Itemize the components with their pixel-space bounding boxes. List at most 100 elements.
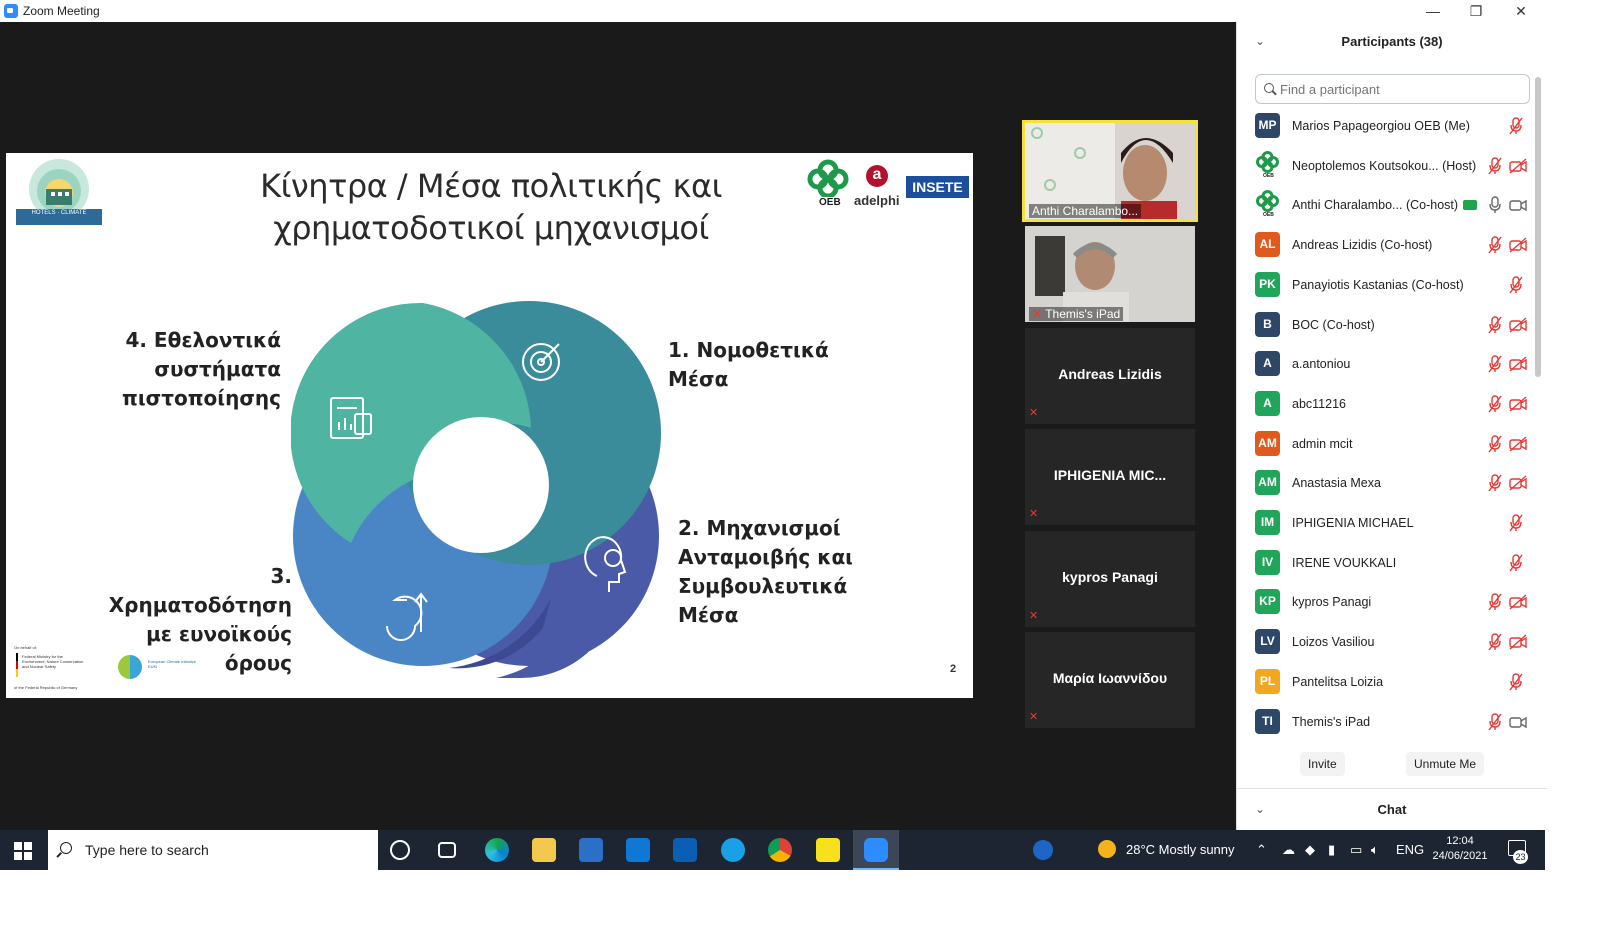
- camera-off-icon[interactable]: [1509, 634, 1527, 650]
- taskbar-search[interactable]: Type here to search: [48, 830, 378, 870]
- mic-muted-icon[interactable]: [1509, 514, 1523, 532]
- participant-row[interactable]: AL Andreas Lizidis (Co-host): [1255, 227, 1535, 263]
- participant-name: Loizos Vasiliou: [1292, 635, 1375, 650]
- participant-search-input[interactable]: [1280, 80, 1520, 98]
- cortana-icon[interactable]: [390, 840, 410, 860]
- window-title: Zoom Meeting: [23, 4, 100, 18]
- store-icon[interactable]: [579, 838, 603, 862]
- outlook-icon[interactable]: [673, 838, 697, 862]
- camera-off-icon[interactable]: [1509, 475, 1527, 491]
- participant-row[interactable]: IV IRENE VOUKKALI: [1255, 545, 1535, 581]
- file-explorer-icon[interactable]: [532, 838, 556, 862]
- video-tile-andreas[interactable]: Andreas Lizidis ✕: [1025, 328, 1195, 424]
- svg-text:OEB: OEB: [1263, 212, 1274, 217]
- participant-row[interactable]: TI Themis's iPad: [1255, 704, 1535, 740]
- mic-muted-icon[interactable]: [1488, 156, 1502, 175]
- participant-row[interactable]: PK Panayiotis Kastanias (Co-host): [1255, 267, 1535, 303]
- maximize-button[interactable]: ❐: [1453, 1, 1499, 21]
- slide-page-number: 2: [950, 663, 957, 675]
- sticky-notes-icon[interactable]: [816, 838, 840, 862]
- participant-row[interactable]: AM Anastasia Mexa: [1255, 465, 1535, 501]
- onedrive-icon[interactable]: ☁: [1282, 842, 1295, 858]
- avatar: IV: [1255, 549, 1280, 575]
- camera-off-icon[interactable]: [1509, 356, 1527, 372]
- close-button[interactable]: ✕: [1498, 1, 1544, 21]
- mic-muted-icon[interactable]: [1488, 712, 1502, 731]
- mic-muted-icon[interactable]: [1509, 553, 1523, 572]
- video-tile-maria[interactable]: Μαρία Ιωαννίδου ✕: [1025, 632, 1195, 728]
- video-tile-kypros[interactable]: kypros Panagi ✕: [1025, 531, 1195, 627]
- video-tile-anthi[interactable]: Anthi Charalambo...: [1022, 120, 1198, 222]
- participant-row[interactable]: B BOC (Co-host): [1255, 307, 1535, 343]
- chrome-icon[interactable]: [768, 838, 792, 862]
- mic-muted-icon: ✕: [1029, 508, 1039, 520]
- camera-off-icon[interactable]: [1509, 316, 1527, 333]
- video-tile-themis[interactable]: ✕ Themis's iPad: [1025, 226, 1195, 322]
- zoom-taskbar-button[interactable]: [853, 830, 899, 870]
- participant-name: kypros Panagi: [1292, 595, 1372, 610]
- windows-start-icon[interactable]: [14, 842, 32, 860]
- minimize-button[interactable]: —: [1410, 1, 1456, 21]
- mail-icon[interactable]: [626, 838, 650, 862]
- avatar: LV: [1255, 629, 1280, 655]
- invite-button[interactable]: Invite: [1300, 752, 1345, 776]
- edge-icon[interactable]: [485, 838, 509, 862]
- video-tile-name: kypros Panagi: [1062, 569, 1158, 585]
- mic-muted-icon[interactable]: [1509, 117, 1523, 135]
- participant-name: Andreas Lizidis (Co-host): [1292, 238, 1433, 253]
- participant-row[interactable]: PL Pantelitsa Loizia: [1255, 664, 1535, 700]
- mic-muted-icon[interactable]: [1488, 236, 1502, 254]
- oeb-avatar-icon: OEB: [1255, 190, 1280, 218]
- mic-muted-icon[interactable]: [1488, 474, 1502, 492]
- mic-muted-icon[interactable]: [1488, 355, 1502, 373]
- help-icon[interactable]: [1033, 840, 1053, 860]
- notifications-count: 23: [1513, 850, 1528, 864]
- participant-row[interactable]: IM IPHIGENIA MICHAEL: [1255, 505, 1535, 541]
- participant-row[interactable]: OEB Neoptolemos Koutsokou... (Host): [1255, 148, 1535, 184]
- participants-header: Participants (38): [1341, 34, 1443, 49]
- camera-off-icon[interactable]: [1509, 594, 1527, 610]
- microphone-icon[interactable]: ▮: [1328, 842, 1335, 858]
- camera-icon[interactable]: [1509, 714, 1527, 730]
- dropbox-icon[interactable]: ◆: [1305, 842, 1315, 858]
- search-icon: [1264, 83, 1274, 93]
- skype-icon[interactable]: [721, 838, 745, 862]
- mic-icon[interactable]: [1488, 196, 1502, 214]
- mic-muted-icon[interactable]: [1488, 593, 1502, 611]
- camera-off-icon[interactable]: [1509, 237, 1527, 253]
- volume-icon[interactable]: 🔈︎: [1371, 842, 1379, 858]
- participant-row[interactable]: KP kypros Panagi: [1255, 584, 1535, 620]
- avatar: MP: [1255, 113, 1280, 138]
- tray-chevron-icon[interactable]: ⌃: [1256, 842, 1267, 858]
- task-view-icon[interactable]: [438, 842, 456, 858]
- language-indicator[interactable]: ENG: [1396, 842, 1424, 857]
- chat-header[interactable]: Chat: [1237, 802, 1547, 817]
- weather-icon[interactable]: [1098, 840, 1116, 858]
- german-flag-icon: [16, 653, 18, 677]
- camera-off-icon[interactable]: [1509, 158, 1527, 174]
- network-icon[interactable]: ▭: [1350, 842, 1362, 858]
- mic-muted-icon[interactable]: [1509, 276, 1523, 294]
- participant-row[interactable]: LV Loizos Vasiliou: [1255, 624, 1535, 660]
- camera-icon[interactable]: [1509, 197, 1527, 213]
- participant-list-scrollbar[interactable]: [1535, 77, 1541, 377]
- mic-muted-icon[interactable]: [1488, 633, 1502, 651]
- camera-off-icon[interactable]: [1509, 436, 1527, 452]
- participant-row[interactable]: Aabc11216: [1255, 386, 1535, 422]
- taskbar-clock[interactable]: 12:04 24/06/2021: [1428, 834, 1492, 864]
- participant-search[interactable]: [1255, 74, 1530, 104]
- slide-title: Κίνητρα / Μέσα πολιτικής και χρηματοδοτι…: [206, 165, 776, 249]
- participant-row[interactable]: Aa.antoniou: [1255, 346, 1535, 382]
- mic-muted-icon[interactable]: [1509, 673, 1523, 691]
- avatar: KP: [1255, 589, 1280, 615]
- video-tile-iphigenia[interactable]: IPHIGENIA MIC... ✕: [1025, 429, 1195, 525]
- mic-muted-icon[interactable]: [1488, 315, 1502, 334]
- unmute-me-button[interactable]: Unmute Me: [1406, 752, 1485, 776]
- mic-muted-icon[interactable]: [1488, 395, 1502, 413]
- camera-off-icon[interactable]: [1509, 396, 1527, 412]
- weather-text[interactable]: 28°C Mostly sunny: [1126, 842, 1235, 857]
- mic-muted-icon[interactable]: [1488, 434, 1502, 453]
- participant-row[interactable]: AM admin mcit: [1255, 426, 1535, 462]
- participant-row[interactable]: MP Marios Papageorgiou OEB (Me): [1255, 108, 1535, 144]
- participant-row[interactable]: OEB Anthi Charalambo... (Co-host): [1255, 187, 1535, 223]
